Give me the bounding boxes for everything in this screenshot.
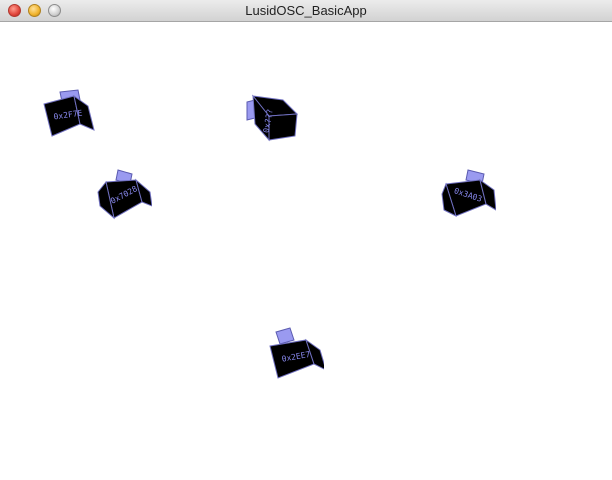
marker-cube-0[interactable]: 0x2F7E — [40, 86, 96, 142]
marker-cube-2[interactable]: 0x7028 — [96, 166, 152, 222]
cube-icon — [441, 169, 496, 217]
title-bar[interactable]: LusidOSC_BasicApp — [0, 0, 612, 22]
render-canvas[interactable]: 0x2F7E 0x??? 0x7028 0x3A03 0x2EE7 — [0, 22, 612, 480]
window-title: LusidOSC_BasicApp — [245, 3, 367, 18]
marker-cube-1[interactable]: 0x??? — [245, 92, 301, 148]
app-window: LusidOSC_BasicApp 0x2F7E 0x??? 0x7028 0x… — [0, 0, 612, 480]
cube-icon — [43, 89, 95, 137]
cube-icon — [269, 327, 324, 379]
cube-icon — [97, 169, 152, 220]
marker-cube-4[interactable]: 0x2EE7 — [268, 326, 324, 382]
marker-cube-3[interactable]: 0x3A03 — [440, 166, 496, 222]
cube-icon — [246, 94, 299, 142]
